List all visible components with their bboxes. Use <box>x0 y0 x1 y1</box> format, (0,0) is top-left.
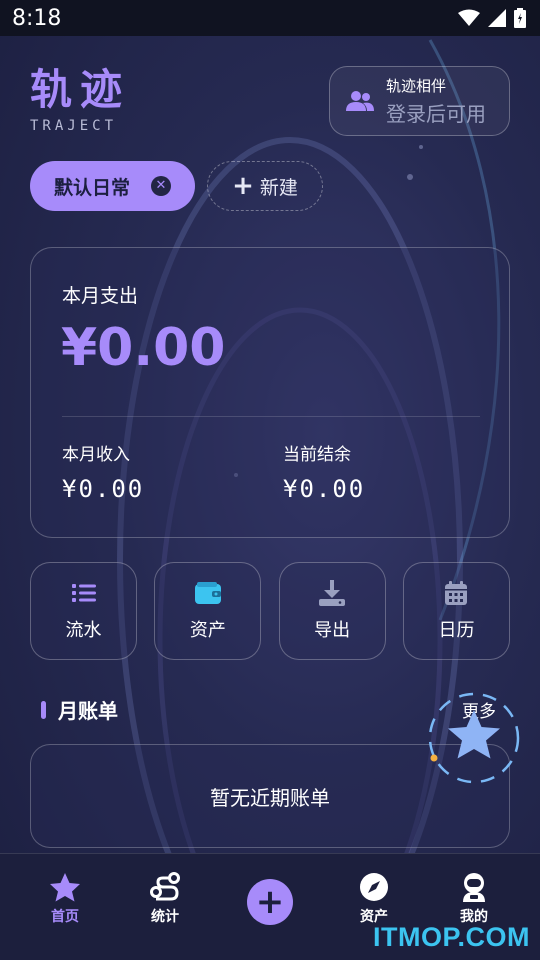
nav-stats[interactable]: 统计 <box>125 872 205 926</box>
divider <box>62 416 480 417</box>
wallet-icon <box>194 580 221 606</box>
route-icon <box>150 872 180 901</box>
balance-value: ¥0.00 <box>283 475 366 503</box>
ledger-chip-default[interactable]: 默认日常 ✕ <box>30 161 195 211</box>
battery-icon <box>514 8 526 28</box>
floating-star-icon[interactable] <box>426 690 522 786</box>
app-title: 轨迹 <box>30 65 131 114</box>
add-icon: + <box>255 882 285 922</box>
nav-home-label: 首页 <box>51 909 79 925</box>
astronaut-icon <box>463 873 485 902</box>
companion-login-button[interactable]: 轨迹相伴 登录后可用 <box>329 66 510 136</box>
monthly-summary-card: 本月支出 ¥0.00 本月收入 ¥0.00 当前结余 ¥0.00 <box>30 247 510 538</box>
status-bar: 8:18 <box>0 0 540 36</box>
star-icon <box>50 873 80 902</box>
income-label: 本月收入 <box>62 445 130 465</box>
expense-value: ¥0.00 <box>61 318 226 378</box>
ledger-chip-label: 默认日常 <box>54 176 131 199</box>
bills-section-title: 月账单 <box>58 699 118 723</box>
bottom-nav: 首页 统计 + 资产 我的 ITMOP.COM <box>0 853 540 960</box>
new-ledger-label: 新建 <box>259 176 298 199</box>
nav-stats-label: 统计 <box>151 909 179 925</box>
close-icon[interactable]: ✕ <box>151 176 171 196</box>
watermark: ITMOP.COM <box>372 922 530 952</box>
download-icon <box>319 580 346 606</box>
new-ledger-button[interactable]: + 新建 <box>207 161 323 211</box>
status-time: 8:18 <box>12 5 62 31</box>
users-icon <box>346 91 374 111</box>
wifi-icon <box>458 9 480 26</box>
quick-actions: 流水 资产 导出 日历 <box>30 562 510 660</box>
section-accent-bar <box>41 700 46 719</box>
action-assets-label: 资产 <box>189 620 226 641</box>
nav-assets[interactable]: 资产 <box>334 872 414 926</box>
nav-profile[interactable]: 我的 <box>434 872 514 926</box>
calendar-icon <box>443 580 469 606</box>
expense-label: 本月支出 <box>62 285 139 307</box>
bills-section-header: 月账单 <box>30 695 118 724</box>
balance-label: 当前结余 <box>283 445 351 465</box>
plus-icon: + <box>232 171 254 201</box>
income-stat: 本月收入 ¥0.00 <box>62 440 144 503</box>
nav-home[interactable]: 首页 <box>25 872 105 926</box>
balance-stat: 当前结余 ¥0.00 <box>283 440 365 503</box>
brand: 轨迹 TRAJECT <box>30 65 131 135</box>
bills-empty-text: 暂无近期账单 <box>210 785 330 810</box>
action-calendar-button[interactable]: 日历 <box>402 562 510 660</box>
action-calendar-label: 日历 <box>438 620 475 641</box>
action-export-label: 导出 <box>314 620 351 641</box>
action-assets-button[interactable]: 资产 <box>154 562 262 660</box>
companion-subtitle: 登录后可用 <box>386 102 486 126</box>
status-icons <box>458 8 526 28</box>
compass-icon <box>360 873 388 901</box>
signal-icon <box>488 9 506 27</box>
app-subtitle: TRAJECT <box>30 118 118 134</box>
income-value: ¥0.00 <box>62 475 145 503</box>
action-flow-button[interactable]: 流水 <box>30 562 137 660</box>
companion-title: 轨迹相伴 <box>386 77 447 95</box>
action-flow-label: 流水 <box>65 620 102 641</box>
action-export-button[interactable]: 导出 <box>278 562 386 660</box>
add-record-button[interactable]: + <box>247 879 293 925</box>
list-icon <box>71 580 97 606</box>
